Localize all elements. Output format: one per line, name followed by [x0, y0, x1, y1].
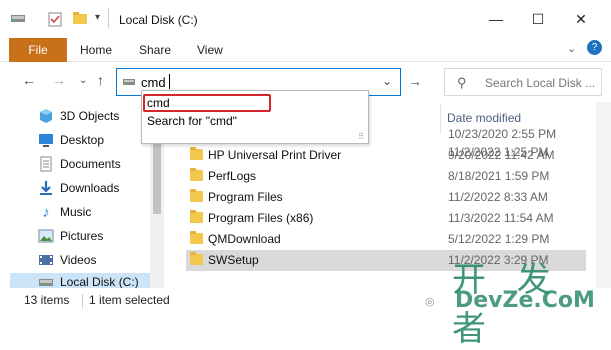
title-bar: ▾ Local Disk (C:) — ☐ ✕ — [0, 0, 611, 38]
file-name: HP Universal Print Driver — [208, 148, 342, 162]
ribbon-expand-icon[interactable]: ⌄ — [567, 42, 576, 55]
text-caret — [169, 74, 170, 89]
folder-icon — [190, 147, 203, 160]
tab-home[interactable]: Home — [80, 43, 112, 57]
resize-grip-icon[interactable]: ⠿ — [358, 132, 364, 141]
tab-view[interactable]: View — [197, 43, 223, 57]
sidebar-item-label: Local Disk (C:) — [60, 275, 139, 289]
documents-icon — [38, 156, 54, 172]
watermark-logo-icon: ◎ — [425, 296, 435, 308]
new-folder-icon[interactable] — [72, 11, 88, 25]
table-row[interactable]: HP Universal Print Driver 9/20/2022 11:4… — [186, 145, 586, 166]
item-count: 13 items — [24, 293, 70, 307]
sidebar-item-documents[interactable]: Documents — [38, 153, 121, 175]
file-date: 8/18/2021 1:59 PM — [448, 169, 550, 183]
properties-icon[interactable] — [48, 11, 62, 27]
search-input[interactable]: Search Local Disk ... — [485, 76, 595, 90]
watermark-latin: DevZe.CoM — [455, 288, 595, 313]
file-date: 10/23/2020 2:55 PM — [448, 127, 557, 141]
recent-locations-icon[interactable]: ⌄ — [79, 75, 87, 86]
sidebar-item-label: Videos — [60, 253, 97, 267]
file-name: SWSetup — [208, 253, 259, 267]
table-row[interactable]: QMDownload 5/12/2022 1:29 PM — [186, 229, 586, 250]
selection-count: 1 item selected — [89, 293, 170, 307]
help-icon[interactable]: ? — [587, 40, 602, 55]
desktop-icon — [38, 132, 54, 148]
file-date: 11/2/2022 8:33 AM — [448, 190, 548, 204]
sidebar-item-label: Downloads — [60, 181, 120, 195]
sidebar-item-label: Pictures — [60, 229, 104, 243]
file-name: Program Files — [208, 190, 283, 204]
sidebar-item-3d-objects[interactable]: 3D Objects — [38, 105, 119, 127]
file-date: 9/20/2022 11:42 AM — [448, 148, 555, 162]
ribbon-tabs: File Home Share View ⌄ ? — [0, 38, 611, 62]
tab-share[interactable]: Share — [139, 43, 171, 57]
autocomplete-dropdown: cmd Search for "cmd" ⠿ — [141, 90, 369, 144]
sidebar-item-label: Music — [60, 205, 92, 219]
status-separator — [82, 294, 83, 308]
address-history-dropdown-icon[interactable]: ⌄ — [382, 74, 392, 88]
pictures-icon — [38, 228, 54, 244]
file-name: PerfLogs — [208, 169, 257, 183]
folder-icon — [190, 252, 203, 265]
downloads-icon — [38, 180, 54, 196]
file-tab[interactable]: File — [9, 38, 67, 62]
sidebar-item-pictures[interactable]: Pictures — [38, 225, 103, 247]
window-title: Local Disk (C:) — [119, 13, 198, 27]
search-icon: ⚲ — [457, 75, 467, 90]
maximize-button[interactable]: ☐ — [515, 0, 561, 38]
go-arrow-icon[interactable]: → — [408, 73, 422, 89]
autocomplete-search-for[interactable]: Search for "cmd" — [147, 114, 237, 128]
sidebar-item-music[interactable]: ♪ Music — [38, 201, 91, 223]
sidebar-item-label: Documents — [60, 157, 121, 171]
file-name: QMDownload — [208, 232, 281, 246]
file-date: 11/3/2022 11:54 AM — [448, 211, 554, 225]
3d-objects-icon — [38, 108, 54, 124]
title-separator — [108, 8, 109, 28]
drive-app-icon — [10, 11, 26, 25]
sidebar-item-label: Desktop — [60, 133, 105, 147]
drive-icon — [122, 76, 136, 88]
forward-arrow-icon[interactable]: → — [52, 72, 66, 88]
table-row[interactable]: Program Files 11/2/2022 8:33 AM — [186, 187, 586, 208]
sidebar-item-label: 3D Objects — [60, 109, 120, 123]
videos-icon — [38, 252, 54, 268]
close-button[interactable]: ✕ — [558, 0, 604, 38]
sidebar-item-videos[interactable]: Videos — [38, 249, 96, 271]
search-box[interactable]: ⚲ Search Local Disk ... — [444, 68, 602, 96]
folder-icon — [190, 210, 203, 223]
back-arrow-icon[interactable]: ← — [22, 72, 36, 88]
sidebar-item-desktop[interactable]: Desktop — [38, 129, 104, 151]
table-row[interactable]: Program Files (x86) 11/3/2022 11:54 AM — [186, 208, 586, 229]
minimize-button[interactable]: — — [473, 0, 519, 38]
folder-icon — [190, 189, 203, 202]
music-icon: ♪ — [42, 203, 50, 221]
address-input[interactable]: cmd — [141, 75, 166, 90]
column-header-date-modified[interactable]: Date modified — [447, 111, 521, 125]
drive-icon — [38, 275, 54, 289]
sidebar-item-downloads[interactable]: Downloads — [38, 177, 119, 199]
folder-icon — [190, 168, 203, 181]
folder-icon — [190, 231, 203, 244]
file-date: 5/12/2022 1:29 PM — [448, 232, 550, 246]
table-row[interactable]: PerfLogs 8/18/2021 1:59 PM — [186, 166, 586, 187]
file-name: Program Files (x86) — [208, 211, 314, 225]
quick-access-dropdown-icon[interactable]: ▾ — [95, 12, 100, 23]
autocomplete-suggestion[interactable]: cmd — [147, 96, 170, 110]
up-arrow-icon[interactable]: ↑ — [97, 72, 104, 88]
